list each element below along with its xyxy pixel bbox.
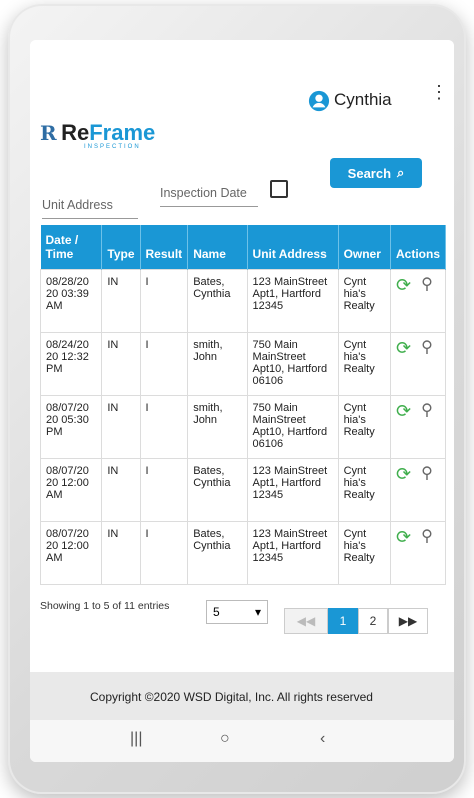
cell-result: I: [139, 458, 189, 522]
page-size-select[interactable]: 5 ▾: [206, 600, 268, 624]
person-search-icon[interactable]: ⚲: [421, 340, 433, 356]
page-size-value: 5: [213, 605, 220, 619]
col-name[interactable]: Name: [187, 225, 248, 270]
cell-actions: ⟳ ⚲: [389, 521, 447, 585]
copyright-text: Copyright ©2020 WSD Digital, Inc. All ri…: [90, 690, 373, 704]
page-2-button[interactable]: 2: [358, 608, 388, 634]
cell-type: IN: [101, 521, 141, 585]
table-header-row: Date / Time Type Result Name Unit Addres…: [40, 225, 447, 270]
col-date-time[interactable]: Date / Time: [40, 225, 103, 270]
search-button[interactable]: Search ⌕: [330, 158, 422, 188]
chevron-down-icon: ▾: [254, 605, 261, 619]
col-owner[interactable]: Owner: [338, 225, 391, 270]
cell-date: 08/24/20 20 12:32 PM: [39, 332, 103, 396]
more-menu-icon[interactable]: ⋮: [430, 82, 448, 103]
home-icon[interactable]: ○: [220, 730, 230, 748]
cell-address: 123 MainStreet Apt1, Hartford 12345: [246, 521, 339, 585]
user-avatar-icon[interactable]: [308, 90, 330, 112]
sync-icon[interactable]: ⟳: [396, 465, 411, 483]
logo-mark: R: [40, 121, 57, 145]
table-row: 08/28/20 20 03:39 AM IN I Bates, Cynthia…: [39, 269, 447, 333]
sync-icon[interactable]: ⟳: [396, 276, 411, 294]
cell-address: 123 MainStreet Apt1, Hartford 12345: [246, 269, 339, 333]
last-page-icon[interactable]: ▶▶: [388, 608, 428, 634]
cell-name: Bates, Cynthia: [187, 269, 248, 333]
pagination: ◀◀ 1 2 ▶▶: [284, 608, 428, 634]
cell-type: IN: [101, 269, 141, 333]
app-screen: 12:55 Cynthia ⋮ R ReFrame INSPECTION Uni…: [30, 40, 454, 762]
recent-apps-icon[interactable]: |||: [130, 730, 142, 748]
cell-date: 08/07/20 20 05:30 PM: [39, 395, 103, 459]
calendar-icon[interactable]: [270, 180, 288, 198]
cell-name: smith, John: [187, 332, 248, 396]
cell-name: Bates, Cynthia: [187, 521, 248, 585]
cell-type: IN: [101, 458, 141, 522]
table-row: 08/07/20 20 12:00 AM IN I Bates, Cynthia…: [39, 458, 447, 522]
sync-icon[interactable]: ⟳: [396, 402, 411, 420]
cell-type: IN: [101, 395, 141, 459]
cell-owner: Cynt hia's Realty: [337, 458, 391, 522]
person-search-icon[interactable]: ⚲: [421, 466, 433, 482]
col-unit-address[interactable]: Unit Address: [247, 225, 339, 270]
cell-actions: ⟳ ⚲: [389, 269, 447, 333]
first-page-icon[interactable]: ◀◀: [284, 608, 328, 634]
cell-result: I: [139, 395, 189, 459]
user-name[interactable]: Cynthia: [334, 90, 392, 110]
cell-actions: ⟳ ⚲: [389, 395, 447, 459]
col-type[interactable]: Type: [101, 225, 141, 270]
page-1-button[interactable]: 1: [328, 608, 358, 634]
cell-owner: Cynt hia's Realty: [337, 395, 391, 459]
cell-actions: ⟳ ⚲: [389, 332, 447, 396]
status-time: 12:55: [40, 98, 68, 110]
col-actions: Actions: [390, 225, 447, 270]
person-search-icon[interactable]: ⚲: [421, 529, 433, 545]
table-row: 08/07/20 20 12:00 AM IN I Bates, Cynthia…: [39, 521, 447, 585]
entries-summary: Showing 1 to 5 of 11 entries: [40, 600, 170, 612]
logo-subtitle: INSPECTION: [84, 144, 141, 150]
unit-address-input[interactable]: Unit Address: [42, 198, 138, 219]
cell-type: IN: [101, 332, 141, 396]
logo-frame: Frame: [89, 120, 156, 145]
cell-owner: Cynt hia's Realty: [337, 332, 391, 396]
sync-icon[interactable]: ⟳: [396, 339, 411, 357]
cell-address: 750 Main MainStreet Apt10, Hartford 0610…: [246, 332, 339, 396]
tablet-frame: 12:55 Cynthia ⋮ R ReFrame INSPECTION Uni…: [8, 4, 466, 794]
cell-owner: Cynt hia's Realty: [337, 521, 391, 585]
inspection-date-input[interactable]: Inspection Date: [160, 186, 258, 207]
person-search-icon[interactable]: ⚲: [421, 403, 433, 419]
reframe-logo: R ReFrame INSPECTION: [40, 120, 156, 150]
cell-address: 750 Main MainStreet Apt10, Hartford 0610…: [246, 395, 339, 459]
sync-icon[interactable]: ⟳: [396, 528, 411, 546]
cell-name: smith, John: [187, 395, 248, 459]
cell-address: 123 MainStreet Apt1, Hartford 12345: [246, 458, 339, 522]
back-icon[interactable]: ‹: [320, 730, 325, 748]
app-header: 12:55 Cynthia ⋮ R ReFrame INSPECTION: [30, 40, 454, 152]
cell-date: 08/07/20 20 12:00 AM: [39, 458, 103, 522]
inspections-table: Date / Time Type Result Name Unit Addres…: [39, 225, 447, 585]
cell-actions: ⟳ ⚲: [389, 458, 447, 522]
cell-date: 08/28/20 20 03:39 AM: [39, 269, 103, 333]
logo-re: Re: [61, 120, 90, 145]
cell-date: 08/07/20 20 12:00 AM: [39, 521, 103, 585]
cell-name: Bates, Cynthia: [187, 458, 248, 522]
search-icon: ⌕: [397, 165, 405, 180]
search-button-label: Search: [347, 165, 392, 181]
android-nav-bar: ||| ○ ‹: [30, 720, 454, 762]
table-row: 08/07/20 20 05:30 PM IN I smith, John 75…: [39, 395, 447, 459]
cell-result: I: [139, 521, 189, 585]
cell-result: I: [139, 269, 189, 333]
table-row: 08/24/20 20 12:32 PM IN I smith, John 75…: [39, 332, 447, 396]
person-search-icon[interactable]: ⚲: [421, 277, 433, 293]
cell-result: I: [139, 332, 189, 396]
cell-owner: Cynt hia's Realty: [337, 269, 391, 333]
col-result[interactable]: Result: [140, 225, 189, 270]
